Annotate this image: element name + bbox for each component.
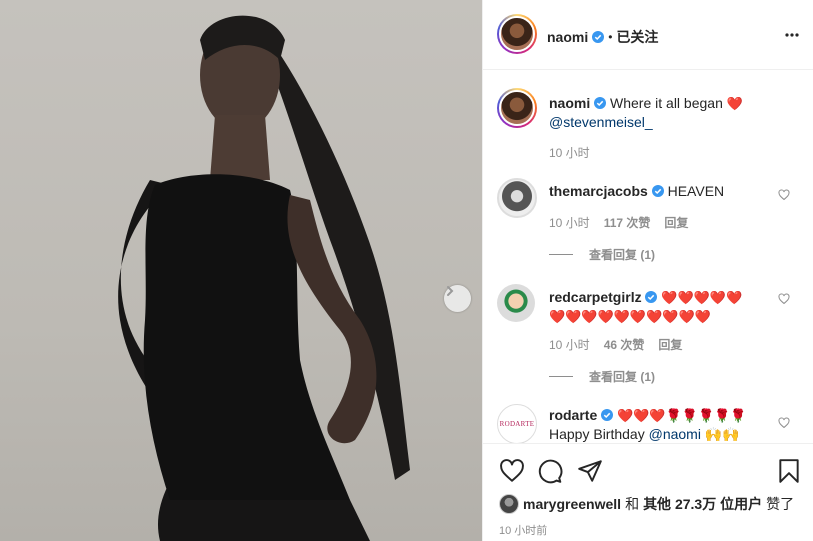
like-comment-icon[interactable]: [778, 417, 790, 429]
comments-list[interactable]: naomi Where it all began ❤️ @stevenmeise…: [483, 70, 813, 443]
comment-icon[interactable]: [537, 458, 563, 484]
comment-item: RODARTE rodarte ❤️❤️❤️🌹🌹🌹🌹🌹 Happy Birthd…: [483, 402, 813, 443]
avatar[interactable]: [497, 14, 537, 54]
liker-username[interactable]: marygreenwell: [523, 496, 621, 512]
reply-button[interactable]: 回复: [658, 336, 682, 353]
post-actions: marygreenwell 和 其他 27.3万 位用户 赞了 10 小时前: [483, 443, 813, 541]
post-time[interactable]: 10 小时前: [499, 522, 547, 538]
comment-item: redcarpetgirlz ❤️❤️❤️❤️❤️ ❤️❤️❤️❤️❤️❤️❤️…: [483, 282, 813, 392]
commenter-avatar[interactable]: [497, 178, 537, 218]
reply-button[interactable]: 回复: [664, 214, 688, 231]
post-photo: [0, 0, 482, 541]
caption-avatar[interactable]: [497, 88, 537, 128]
verified-badge-icon: [601, 409, 614, 421]
comment-time[interactable]: 10 小时: [549, 336, 590, 353]
post-header: naomi • 已关注: [483, 0, 813, 70]
header-username[interactable]: naomi: [547, 29, 588, 45]
comment-likes[interactable]: 117 次赞: [604, 214, 651, 231]
caption: naomi Where it all began ❤️ @stevenmeise…: [483, 70, 813, 170]
verified-badge-icon: [592, 31, 605, 43]
comment-username[interactable]: redcarpetgirlz: [549, 289, 642, 305]
comment-emojis: ❤️❤️❤️🌹🌹🌹🌹🌹: [617, 408, 747, 423]
comment-item: themarcjacobs HEAVEN 10 小时 117 次赞 回复 查看回…: [483, 170, 813, 280]
caption-text: Where it all began: [610, 95, 723, 111]
liked-by-others[interactable]: 其他 27.3万 位用户: [643, 494, 762, 514]
verified-badge-icon: [594, 97, 607, 109]
caption-username[interactable]: naomi: [549, 95, 590, 111]
comment-text: Happy Birthday: [549, 426, 645, 442]
following-button[interactable]: 已关注: [616, 27, 658, 47]
comment-emojis: 🙌🙌: [704, 426, 740, 442]
comment-username[interactable]: themarcjacobs: [549, 183, 648, 199]
view-replies-button[interactable]: 查看回复 (1): [549, 246, 655, 263]
post-side-panel: naomi • 已关注 naomi Where it all began ❤️: [482, 0, 813, 541]
comment-username[interactable]: rodarte: [549, 407, 597, 423]
comment-emojis-line2: ❤️❤️❤️❤️❤️❤️❤️❤️❤️❤️: [549, 309, 711, 324]
commenter-avatar[interactable]: RODARTE: [497, 404, 537, 443]
comment-text: HEAVEN: [667, 183, 725, 199]
liker-avatar[interactable]: [499, 494, 519, 514]
caption-mention[interactable]: @stevenmeisel_: [549, 114, 653, 130]
share-icon[interactable]: [577, 458, 603, 484]
liked-by-and: 和: [625, 496, 640, 512]
heart-emoji: ❤️: [726, 96, 743, 111]
comment-likes[interactable]: 46 次赞: [604, 336, 645, 353]
caption-time[interactable]: 10 小时: [549, 144, 590, 161]
next-image-button[interactable]: [444, 285, 471, 312]
view-replies-button[interactable]: 查看回复 (1): [549, 368, 655, 385]
comment-mention[interactable]: @naomi: [649, 426, 701, 442]
heart-icon[interactable]: [499, 458, 525, 484]
verified-badge-icon: [645, 291, 658, 303]
like-comment-icon[interactable]: [778, 189, 790, 201]
like-comment-icon[interactable]: [778, 293, 790, 305]
liked-by: marygreenwell 和 其他 27.3万 位用户 赞了: [499, 494, 794, 514]
liked-by-suffix: 赞了: [766, 496, 795, 512]
commenter-avatar[interactable]: [497, 284, 535, 322]
comment-emojis-line1: ❤️❤️❤️❤️❤️: [661, 290, 743, 305]
more-options-icon[interactable]: [784, 27, 800, 43]
bookmark-icon[interactable]: [776, 458, 802, 484]
comment-time[interactable]: 10 小时: [549, 214, 590, 231]
photo-illustration: [118, 15, 410, 541]
verified-badge-icon: [651, 185, 664, 197]
separator-dot: •: [608, 30, 613, 44]
chevron-right-icon: [447, 286, 454, 296]
